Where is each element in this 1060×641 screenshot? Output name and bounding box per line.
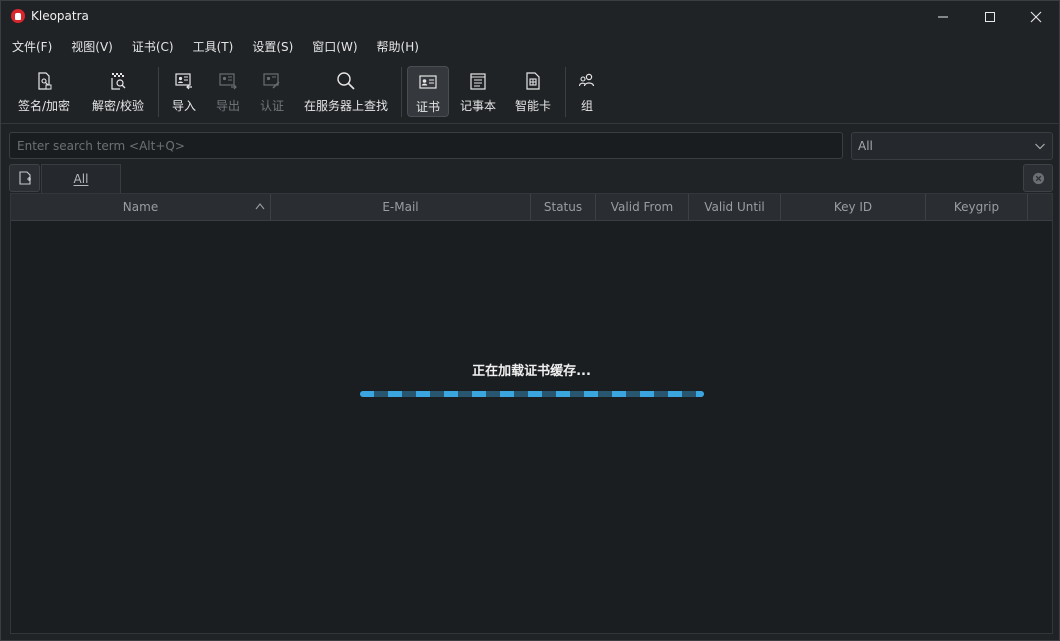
- menu-tools[interactable]: 工具(T): [187, 38, 240, 55]
- toolbar-divider: [1, 123, 1059, 124]
- menu-certificates[interactable]: 证书(C): [126, 38, 180, 55]
- table-header: Name E-Mail Status Valid From Valid Unti…: [11, 194, 1052, 221]
- decrypt-verify-button[interactable]: 解密/校验: [85, 66, 151, 117]
- export-icon: [218, 71, 238, 91]
- export-button[interactable]: 导出: [208, 66, 248, 117]
- notepad-icon: [468, 71, 488, 91]
- certify-icon: [262, 71, 282, 91]
- notepad-view-button[interactable]: 记事本: [456, 66, 500, 117]
- decrypt-verify-label: 解密/校验: [91, 99, 145, 113]
- column-header-keygrip[interactable]: Keygrip: [926, 194, 1028, 220]
- import-label: 导入: [171, 99, 196, 113]
- kleopatra-app-icon: [11, 9, 25, 23]
- toolbar-separator: [565, 67, 566, 117]
- menu-bar: 文件(F) 视图(V) 证书(C) 工具(T) 设置(S) 窗口(W) 帮助(H…: [1, 34, 1059, 58]
- column-header-label: E-Mail: [382, 200, 419, 214]
- close-tab-button[interactable]: [1023, 164, 1053, 192]
- menu-view[interactable]: 视图(V): [65, 38, 119, 55]
- export-label: 导出: [215, 99, 240, 113]
- lookup-on-server-button[interactable]: 在服务器上查找: [299, 66, 393, 117]
- new-tab-icon: [18, 171, 31, 185]
- certify-label: 认证: [259, 99, 284, 113]
- column-header-status[interactable]: Status: [531, 194, 596, 220]
- toolbar-separator: [158, 67, 159, 117]
- main-toolbar: 签名/加密 解密/校验 导入 导出 认证 在服务器上查找 证书 记事本 智能卡 …: [1, 63, 1059, 121]
- chevron-down-icon: [1035, 143, 1045, 150]
- import-button[interactable]: 导入: [164, 66, 204, 117]
- toolbar-separator: [401, 67, 402, 117]
- menu-window[interactable]: 窗口(W): [306, 38, 363, 55]
- new-tab-button[interactable]: [9, 164, 40, 192]
- certificate-filter-select[interactable]: All: [851, 132, 1053, 160]
- search-input[interactable]: [9, 132, 843, 159]
- search-icon: [336, 71, 356, 91]
- certify-button[interactable]: 认证: [252, 66, 292, 117]
- loading-message: 正在加载证书缓存...: [472, 364, 591, 379]
- column-header-label: Status: [543, 200, 583, 214]
- title-bar: Kleopatra: [1, 1, 1059, 32]
- maximize-button[interactable]: [967, 1, 1013, 32]
- column-header-valid-from[interactable]: Valid From: [596, 194, 689, 220]
- groups-label: 组: [580, 99, 593, 113]
- minimize-icon: [938, 16, 948, 17]
- sort-ascending-icon: [255, 203, 265, 210]
- certificates-view-label: 证书: [415, 100, 440, 114]
- menu-file[interactable]: 文件(F): [6, 38, 58, 55]
- loading-progress-bar: [360, 391, 704, 397]
- sign-encrypt-button[interactable]: 签名/加密: [11, 66, 77, 117]
- maximize-icon: [985, 11, 995, 22]
- tab-all[interactable]: All: [41, 164, 121, 193]
- certificate-icon: [418, 72, 438, 92]
- groups-icon: [577, 71, 597, 91]
- import-icon: [174, 71, 194, 91]
- menu-settings[interactable]: 设置(S): [246, 38, 299, 55]
- sign-encrypt-icon: [34, 71, 54, 91]
- column-header-name[interactable]: Name: [11, 194, 271, 220]
- smartcards-view-button[interactable]: 智能卡: [510, 66, 556, 117]
- progress-bar-stripes: [360, 391, 704, 397]
- column-header-label: Key ID: [833, 200, 873, 214]
- column-header-valid-until[interactable]: Valid Until: [689, 194, 781, 220]
- smartcard-icon: [523, 71, 543, 91]
- sign-encrypt-label: 签名/加密: [17, 99, 71, 113]
- groups-button[interactable]: 组: [571, 66, 603, 117]
- certificates-view-button[interactable]: 证书: [407, 66, 449, 117]
- smartcards-view-label: 智能卡: [514, 99, 551, 113]
- menu-help[interactable]: 帮助(H): [371, 38, 425, 55]
- column-header-email[interactable]: E-Mail: [271, 194, 531, 220]
- minimize-button[interactable]: [920, 1, 966, 32]
- column-header-label: Keygrip: [953, 200, 1000, 214]
- column-header-label: Name: [122, 200, 159, 214]
- close-icon: [1030, 11, 1042, 22]
- certificate-table[interactable]: Name E-Mail Status Valid From Valid Unti…: [10, 193, 1053, 634]
- column-header-label: Valid From: [610, 200, 674, 214]
- lookup-on-server-label: 在服务器上查找: [303, 99, 388, 113]
- column-header-label: Valid Until: [704, 200, 765, 214]
- notepad-view-label: 记事本: [459, 99, 496, 113]
- window-title: Kleopatra: [31, 9, 89, 23]
- close-button[interactable]: [1013, 1, 1059, 32]
- column-header-key-id[interactable]: Key ID: [781, 194, 926, 220]
- filter-selected-value: All: [858, 139, 873, 153]
- main-window: Kleopatra 文件(F) 视图(V) 证书(C) 工具(T) 设置(S) …: [0, 0, 1060, 641]
- decrypt-verify-icon: [108, 71, 128, 91]
- close-tab-icon: [1032, 172, 1044, 184]
